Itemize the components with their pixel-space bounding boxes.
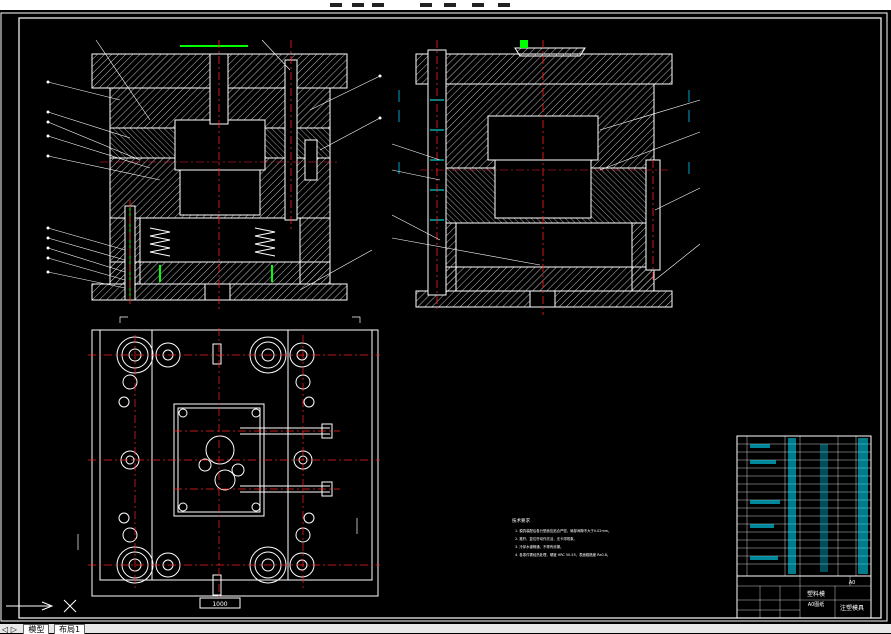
toolbar-button[interactable] [352, 3, 364, 7]
notes-heading: 技术要求 [512, 517, 530, 524]
layout-tabs: ◁ ▷ 模型 布局1 [0, 624, 891, 634]
toolbar-button[interactable] [372, 3, 384, 7]
notes-line-2: 2. 推杆、复位杆动作灵活，无卡滞现象。 [515, 536, 577, 541]
ucs-icon [6, 599, 77, 613]
cad-drawing-canvas[interactable]: 1000 技术要求 1. 模具装配后各分型面应贴合严密，局部间隙不大于0.02m… [0, 10, 891, 624]
title-sheet: A0 [849, 580, 856, 586]
toolbar-strip [0, 0, 891, 10]
title-drawing: 注塑模具 [840, 604, 864, 612]
toolbar-button[interactable] [444, 3, 456, 7]
plan-view: 1000 [77, 316, 380, 609]
toolbar-button[interactable] [420, 3, 432, 7]
front-section-view [46, 39, 382, 310]
title-block: 塑料模 A0图纸 注塑模具 A0 [736, 435, 872, 619]
toolbar-button[interactable] [330, 3, 342, 7]
toolbar-button[interactable] [472, 3, 484, 7]
side-section-view [391, 40, 701, 315]
notes-line-1: 1. 模具装配后各分型面应贴合严密，局部间隙不大于0.02mm。 [515, 528, 611, 533]
technical-notes: 技术要求 1. 模具装配后各分型面应贴合严密，局部间隙不大于0.02mm。 2.… [512, 517, 611, 557]
notes-line-3: 3. 冷却水道畅通，不得有渗漏。 [515, 544, 563, 549]
scale-mark: 1000 [212, 601, 227, 608]
title-part: A0图纸 [808, 601, 825, 608]
title-school: 塑料模 [807, 590, 825, 598]
notes-line-4: 4. 各零件需经热处理，硬度 HRC 50-55，表面粗糙度 Ra0.8。 [515, 552, 610, 557]
toolbar-button[interactable] [498, 3, 510, 7]
